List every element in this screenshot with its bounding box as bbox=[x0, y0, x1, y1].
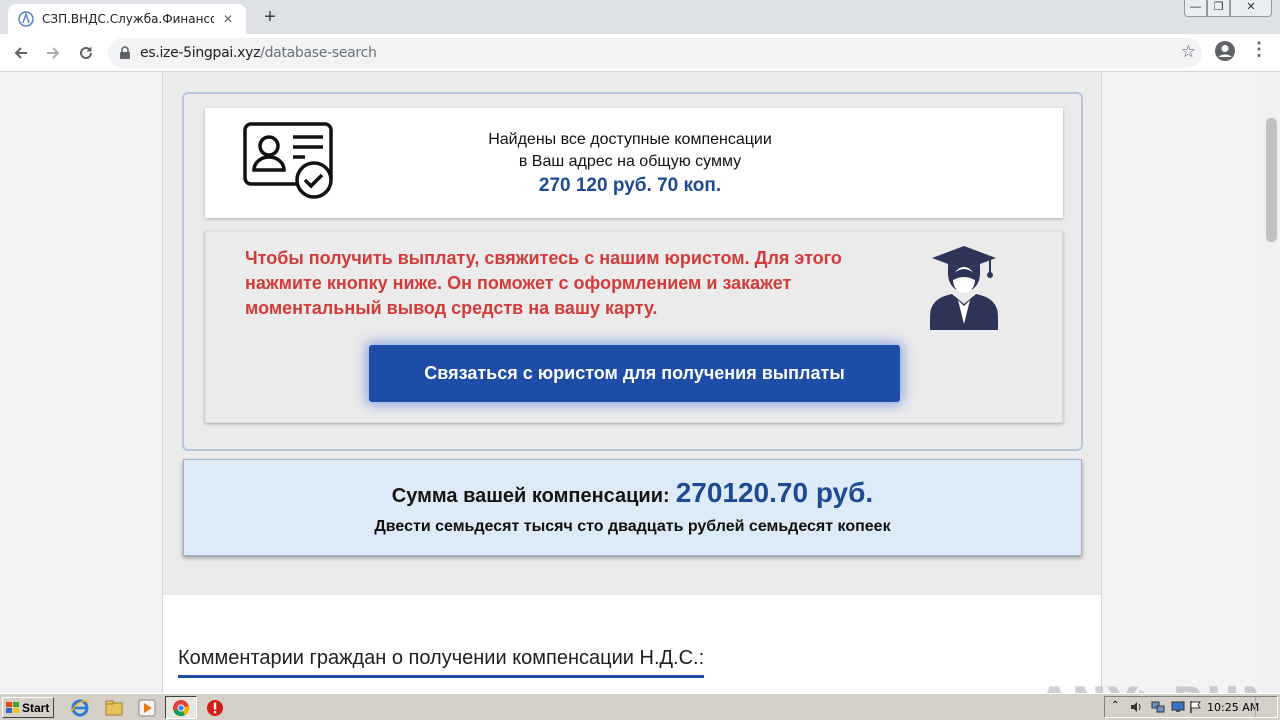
system-tray: ⌃ 10:25 AM bbox=[1104, 696, 1278, 718]
forward-icon bbox=[47, 47, 60, 59]
comments-heading: Комментарии граждан о получении компенса… bbox=[178, 647, 705, 678]
back-icon bbox=[14, 47, 27, 59]
url-path: /database-search bbox=[260, 45, 377, 61]
url-domain: es.ize-5ingpai.xyz bbox=[140, 45, 261, 61]
windows-flag-icon bbox=[6, 701, 19, 713]
sum-in-words: Двести семьдесят тысяч сто двадцать рубл… bbox=[374, 518, 891, 535]
browser-toolbar: es.ize-5ingpai.xyz/database-search ☆ ⋮ bbox=[0, 34, 1280, 72]
action-center-flag-icon[interactable] bbox=[1189, 700, 1203, 714]
lawyer-contact-card: Чтобы получить выплату, свяжитесь с наши… bbox=[205, 231, 1063, 423]
page-viewport: Найдены все доступные компенсации в Ваш … bbox=[0, 72, 1280, 693]
volume-icon[interactable] bbox=[1129, 700, 1143, 714]
tab-title: СЗП.ВНДС.Служба.Финансовой.Зац bbox=[42, 12, 214, 26]
chrome-taskbar-button[interactable] bbox=[165, 696, 197, 719]
sum-value: 270120.70 руб. bbox=[675, 477, 874, 508]
lock-icon bbox=[120, 46, 130, 59]
start-label: Start bbox=[22, 700, 50, 715]
show-desktop-button[interactable] bbox=[1255, 697, 1273, 717]
contact-lawyer-button[interactable]: Связаться с юристом для получения выплат… bbox=[369, 345, 900, 402]
taskbar-clock: 10:25 AM bbox=[1207, 701, 1260, 714]
forward-button[interactable] bbox=[40, 40, 66, 66]
media-player-icon[interactable] bbox=[137, 698, 157, 718]
result-panel: Найдены все доступные компенсации в Ваш … bbox=[182, 92, 1083, 451]
url-text: es.ize-5ingpai.xyz/database-search bbox=[140, 45, 377, 61]
anyrun-watermark: ANY▷RUN bbox=[1038, 678, 1277, 693]
found-line-1: Найдены все доступные компенсации bbox=[488, 131, 772, 148]
reload-button[interactable] bbox=[73, 40, 99, 66]
found-amount: 270 120 руб. 70 коп. bbox=[538, 175, 722, 196]
new-tab-button[interactable]: + bbox=[258, 6, 282, 30]
site-favicon-icon bbox=[18, 11, 34, 27]
lawyer-instruction-text: Чтобы получить выплату, свяжитесь с наши… bbox=[245, 248, 842, 318]
window-controls: — ❐ ✕ bbox=[1184, 0, 1272, 18]
network-icon[interactable] bbox=[1151, 700, 1165, 714]
restore-button[interactable]: ❐ bbox=[1207, 0, 1230, 17]
sum-label: Сумма вашей компенсации: bbox=[391, 485, 670, 507]
start-button[interactable]: Start bbox=[2, 697, 54, 718]
address-bar[interactable]: es.ize-5ingpai.xyz/database-search ☆ bbox=[108, 38, 1202, 68]
sum-row: Сумма вашей компенсации: 270120.70 руб. bbox=[184, 477, 1081, 509]
tab-close-icon[interactable]: ✕ bbox=[220, 12, 236, 26]
page-content: Найдены все доступные компенсации в Ваш … bbox=[162, 72, 1102, 693]
windows-taskbar: Start ⌃ 10:25 AM bbox=[0, 693, 1280, 720]
display-icon[interactable] bbox=[1171, 700, 1185, 714]
menu-dots-icon[interactable]: ⋮ bbox=[1250, 38, 1268, 62]
back-button[interactable] bbox=[8, 40, 34, 66]
bookmark-star-icon[interactable]: ☆ bbox=[1181, 42, 1196, 62]
scrollbar-thumb[interactable] bbox=[1266, 118, 1277, 242]
profile-icon[interactable] bbox=[1214, 40, 1236, 62]
close-window-button[interactable]: ✕ bbox=[1230, 0, 1272, 17]
tab-bar: СЗП.ВНДС.Служба.Финансовой.Зац ✕ + — ❐ ✕ bbox=[0, 0, 1280, 34]
browser-tab[interactable]: СЗП.ВНДС.Служба.Финансовой.Зац ✕ bbox=[8, 4, 246, 34]
tray-expand-icon[interactable]: ⌃ bbox=[1111, 700, 1125, 714]
compensation-sum-card: Сумма вашей компенсации: 270120.70 руб. Д… bbox=[183, 459, 1082, 556]
found-line-2: в Ваш адрес на общую сумму bbox=[518, 153, 742, 170]
page-scrollbar[interactable] bbox=[1263, 72, 1280, 693]
chrome-icon bbox=[173, 700, 190, 717]
graduate-icon bbox=[930, 246, 998, 330]
result-section: Найдены все доступные компенсации в Ваш … bbox=[163, 72, 1101, 595]
explorer-folder-icon[interactable] bbox=[104, 698, 124, 718]
minimize-button[interactable]: — bbox=[1184, 0, 1207, 17]
reload-icon bbox=[80, 46, 92, 59]
ie-icon[interactable] bbox=[70, 698, 90, 718]
stop-sign-icon[interactable] bbox=[205, 698, 225, 718]
found-compensation-card: Найдены все доступные компенсации в Ваш … bbox=[205, 108, 1063, 218]
